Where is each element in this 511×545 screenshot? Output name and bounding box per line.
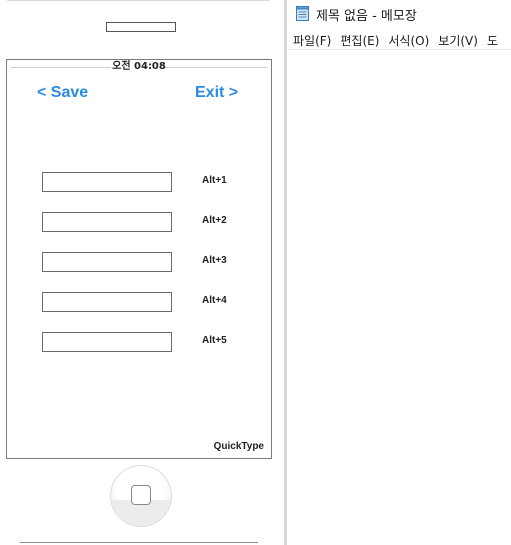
shortcut-hint-1: Alt+1 (202, 175, 227, 186)
home-square-icon (131, 485, 151, 505)
shortcut-hint-4: Alt+4 (202, 295, 227, 306)
notepad-app-icon (296, 6, 309, 21)
phone-screen: 오전 04:08 < Save Exit > Alt+1 Alt+2 Alt+3… (6, 59, 272, 459)
exit-button[interactable]: Exit > (195, 84, 238, 102)
menu-file[interactable]: 파일(F) (288, 31, 335, 50)
menu-edit[interactable]: 편집(E) (335, 31, 383, 50)
notepad-window (284, 0, 511, 545)
menu-format[interactable]: 서식(O) (383, 31, 433, 50)
shortcut-input-5[interactable] (42, 332, 172, 352)
notepad-menubar: 파일(F) 편집(E) 서식(O) 보기(V) 도 (288, 30, 511, 50)
menu-help[interactable]: 도 (482, 31, 502, 50)
menu-view[interactable]: 보기(V) (433, 31, 482, 50)
shortcut-input-1[interactable] (42, 172, 172, 192)
shortcut-hint-2: Alt+2 (202, 215, 227, 226)
shortcut-input-2[interactable] (42, 212, 172, 232)
status-time: 오전 04:08 (112, 61, 166, 72)
shortcut-input-3[interactable] (42, 252, 172, 272)
home-button[interactable] (110, 465, 172, 527)
shortcut-hint-5: Alt+5 (202, 335, 227, 346)
window-title: 제목 없음 - 메모장 (316, 9, 417, 24)
phone-speaker (106, 22, 176, 32)
brand-label: QuickType (213, 441, 264, 452)
shortcut-hint-3: Alt+3 (202, 255, 227, 266)
notepad-titlebar[interactable]: 제목 없음 - 메모장 (288, 0, 511, 28)
save-button[interactable]: < Save (37, 84, 88, 102)
phone-top-edge (7, 0, 270, 1)
phone-mockup: 오전 04:08 < Save Exit > Alt+1 Alt+2 Alt+3… (0, 0, 278, 545)
menubar-divider (288, 49, 511, 50)
shortcut-input-4[interactable] (42, 292, 172, 312)
window-border (284, 0, 287, 545)
phone-bottom-edge (20, 542, 258, 543)
